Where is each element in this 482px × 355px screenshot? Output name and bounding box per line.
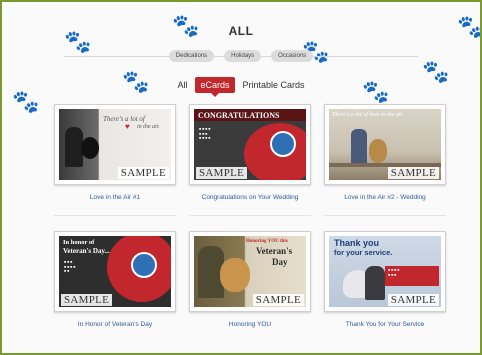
card-thumbnail[interactable]: In honor of Veteran's Day... ■ ■ ■ ■ ■ ■ … (54, 231, 176, 312)
card-grid: There's a lot of in the air. ♥ SAMPLE Lo… (54, 104, 446, 353)
card-thumbnail[interactable]: CONGRATULATIONS ■ ■ ■ ■ ■ ■ ■ ■ ■ ■ ■ SAMP… (189, 104, 311, 185)
person-silhouette (365, 266, 385, 300)
category-filters: Dedications Holidays Occasions (2, 50, 480, 62)
paw-print-icon: 🐾 (12, 90, 40, 115)
card-divider (189, 215, 311, 216)
sample-watermark: SAMPLE (117, 167, 169, 179)
card-title-link[interactable]: Love in the Air #1 (48, 194, 182, 201)
card-thumbnail[interactable]: There's a lot of in the air. ♥ SAMPLE (54, 104, 176, 185)
tab-printable-cards[interactable]: Printable Cards (243, 80, 305, 90)
page-title: ALL (228, 24, 254, 38)
filter-holidays[interactable]: Holidays (224, 50, 262, 62)
sample-watermark: SAMPLE (387, 294, 439, 306)
sample-watermark: SAMPLE (61, 294, 113, 306)
card-love-in-the-air-1[interactable]: There's a lot of in the air. ♥ SAMPLE Lo… (54, 104, 176, 231)
dog-silhouette (369, 139, 387, 163)
card-thumbnail[interactable]: Honoring YOU this Veteran's Day SAMPLE (189, 231, 311, 312)
sample-watermark: SAMPLE (252, 294, 304, 306)
emblem-icon (270, 131, 296, 157)
card-congratulations-wedding[interactable]: CONGRATULATIONS ■ ■ ■ ■ ■ ■ ■ ■ ■ ■ ■ SAMP… (189, 104, 311, 231)
card-thumbnail[interactable]: There's a lot of love in the air. SAMPLE (324, 104, 446, 185)
card-in-honor-of-veterans-day[interactable]: In honor of Veteran's Day... ■ ■ ■ ■ ■ ■ … (54, 231, 176, 353)
dog-silhouette (81, 137, 99, 159)
card-title-link[interactable]: In Honor of Veteran's Day (48, 321, 182, 328)
heart-icon: ♥ (125, 122, 130, 131)
filter-dedications[interactable]: Dedications (168, 50, 215, 62)
card-title-link[interactable]: Thank You for Your Service (318, 321, 452, 328)
sample-watermark: SAMPLE (387, 167, 439, 179)
card-divider (324, 215, 446, 216)
filter-occasions[interactable]: Occasions (271, 50, 314, 62)
card-title-link[interactable]: Congratulations on Your Wedding (183, 194, 317, 201)
emblem-icon (131, 252, 157, 278)
sample-watermark: SAMPLE (196, 167, 248, 179)
card-type-tabs: All eCards Printable Cards (2, 77, 480, 97)
card-thumbnail[interactable]: Thank you for your service. ■ ■ ■ ■ ■ ■ ■… (324, 231, 446, 312)
tab-ecards[interactable]: eCards (195, 77, 235, 97)
tab-all[interactable]: All (177, 80, 187, 90)
card-love-in-the-air-2-wedding[interactable]: There's a lot of love in the air. SAMPLE… (324, 104, 446, 231)
card-thank-you-for-your-service[interactable]: Thank you for your service. ■ ■ ■ ■ ■ ■ ■… (324, 231, 446, 353)
page-frame: 🐾 🐾 🐾 🐾 🐾 🐾 🐾 🐾 ALL Dedications Holidays… (0, 0, 482, 355)
dog-silhouette (220, 258, 250, 292)
card-title-link[interactable]: Honoring YOU (183, 321, 317, 328)
card-honoring-you[interactable]: Honoring YOU this Veteran's Day SAMPLE H… (189, 231, 311, 353)
person-silhouette (351, 129, 367, 165)
card-title-link[interactable]: Love in the Air #2 - Wedding (318, 194, 452, 201)
card-divider (54, 215, 176, 216)
